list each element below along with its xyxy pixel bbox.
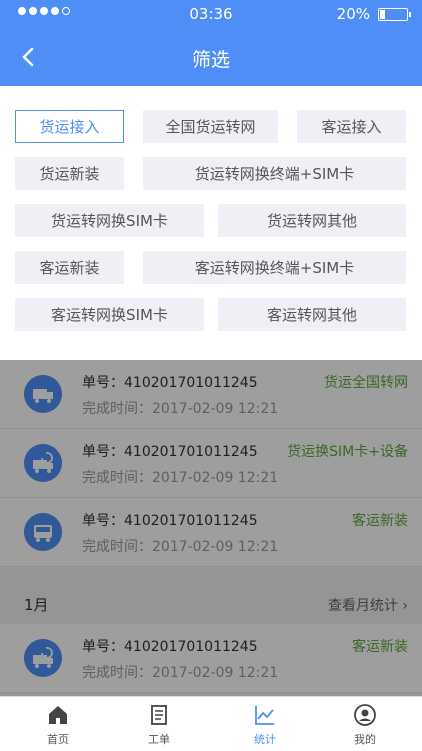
document-icon <box>151 705 167 725</box>
filter-chip[interactable]: 客运转网换SIM卡 <box>15 298 204 331</box>
list-item[interactable]: 单号：410201701011245 完成时间：2017-02-09 12:21… <box>0 498 422 567</box>
tab-home[interactable]: 首页 <box>5 697 111 751</box>
battery-icon <box>378 8 411 21</box>
list-item[interactable]: 单号：410201701011245 完成时间：2017-02-09 12:21… <box>0 429 422 498</box>
filter-chip[interactable]: 货运转网其他 <box>218 204 406 237</box>
list-item[interactable]: 单号：410201701011245 完成时间：2017-02-09 12:21… <box>0 624 422 693</box>
filter-chip[interactable]: 货运接入 <box>15 110 124 143</box>
chevron-right-icon: › <box>402 598 408 614</box>
month-header: 1月 查看月统计 › <box>0 584 422 624</box>
completion-time: 完成时间：2017-02-09 12:21 <box>82 539 279 555</box>
order-type-tag: 货运全国转网 <box>324 375 408 391</box>
truck-icon <box>24 375 62 413</box>
tab-workorder[interactable]: 工单 <box>106 697 212 751</box>
filter-chip[interactable]: 客运转网换终端+SIM卡 <box>143 251 406 284</box>
tab-label: 我的 <box>354 733 376 746</box>
filter-chip[interactable]: 全国货运转网 <box>143 110 278 143</box>
completion-time: 完成时间：2017-02-09 12:21 <box>82 665 279 681</box>
filter-chip[interactable]: 货运转网换终端+SIM卡 <box>143 157 406 190</box>
user-icon <box>354 704 376 726</box>
filter-chip[interactable]: 客运新装 <box>15 251 124 284</box>
battery-percent: 20% <box>336 5 370 23</box>
order-number: 单号：410201701011245 <box>82 639 258 655</box>
monthly-stats-link[interactable]: 查看月统计 › <box>328 595 408 615</box>
truck-swap-icon <box>24 444 62 482</box>
chart-icon <box>255 706 274 725</box>
tab-label: 首页 <box>47 733 69 746</box>
page-title: 筛选 <box>191 49 230 71</box>
tab-label: 统计 <box>254 733 276 746</box>
order-number: 单号：410201701011245 <box>82 513 258 529</box>
tab-bar: 首页 工单 统计 我的 <box>0 696 422 751</box>
list-item[interactable]: 单号：410201701011245 完成时间：2017-02-09 12:21… <box>0 360 422 429</box>
order-type-tag: 客运新装 <box>352 639 408 655</box>
filter-panel: 货运接入 全国货运转网 客运接入 货运新装 货运转网换终端+SIM卡 货运转网换… <box>0 86 422 360</box>
order-number: 单号：410201701011245 <box>82 375 258 391</box>
truck-swap-icon <box>24 639 62 677</box>
order-type-tag: 客运新装 <box>352 513 408 529</box>
nav-bar: 筛选 <box>0 28 422 86</box>
order-number: 单号：410201701011245 <box>82 444 258 460</box>
bus-icon <box>24 513 62 551</box>
order-type-tag: 货运换SIM卡+设备 <box>287 444 408 460</box>
completion-time: 完成时间：2017-02-09 12:21 <box>82 470 279 486</box>
filter-chip[interactable]: 货运转网换SIM卡 <box>15 204 204 237</box>
filter-chip[interactable]: 客运接入 <box>297 110 406 143</box>
completion-time: 完成时间：2017-02-09 12:21 <box>82 401 279 417</box>
tab-mine[interactable]: 我的 <box>312 697 418 751</box>
status-bar: 03:36 20% <box>0 0 422 28</box>
filter-chip[interactable]: 客运转网其他 <box>218 298 406 331</box>
tab-statistics[interactable]: 统计 <box>212 697 318 751</box>
filter-chip[interactable]: 货运新装 <box>15 157 124 190</box>
tab-label: 工单 <box>148 733 170 746</box>
month-label: 1月 <box>24 596 49 614</box>
monthly-stats-text: 查看月统计 <box>327 598 398 614</box>
home-icon <box>49 706 67 724</box>
